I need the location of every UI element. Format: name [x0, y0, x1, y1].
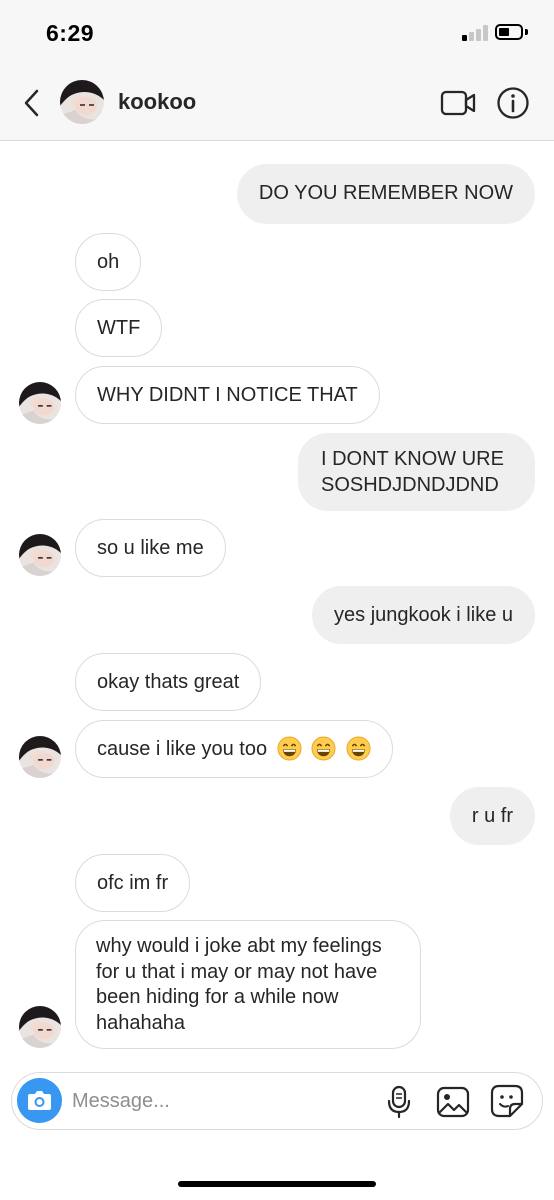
- gallery-icon[interactable]: [436, 1085, 470, 1119]
- status-time: 6:29: [46, 20, 95, 46]
- grinning-emoji-icon: [346, 736, 371, 761]
- outgoing-message[interactable]: yes jungkook i like u: [312, 586, 535, 644]
- incoming-message[interactable]: cause i like you too: [75, 720, 393, 778]
- incoming-message[interactable]: WHY DIDNT I NOTICE THAT: [75, 366, 380, 424]
- camera-button[interactable]: [17, 1078, 62, 1123]
- back-icon[interactable]: [18, 88, 48, 118]
- battery-icon: [495, 24, 523, 40]
- sender-avatar: [19, 382, 61, 424]
- sender-avatar: [19, 736, 61, 778]
- incoming-message[interactable]: why would i joke abt my feelings for u t…: [75, 920, 421, 1049]
- chat-header: kookoo: [0, 66, 554, 141]
- message-input[interactable]: [72, 1085, 362, 1117]
- sender-avatar: [19, 534, 61, 576]
- outgoing-message[interactable]: r u fr: [449, 787, 535, 845]
- grinning-emoji-icon: [311, 736, 336, 761]
- incoming-message[interactable]: oh: [75, 233, 142, 291]
- camera-icon: [28, 1091, 51, 1110]
- signal-icon: [462, 25, 488, 41]
- home-indicator[interactable]: [178, 1181, 376, 1187]
- microphone-icon[interactable]: [386, 1085, 412, 1119]
- message-text: cause i like you too: [97, 738, 268, 760]
- sender-avatar: [19, 1006, 61, 1048]
- incoming-message[interactable]: ofc im fr: [75, 854, 191, 912]
- message-composer: [11, 1072, 543, 1130]
- chat-username[interactable]: kookoo: [118, 89, 196, 115]
- outgoing-message[interactable]: I DONT KNOW URE SOSHDJDNDJDND: [298, 433, 535, 511]
- outgoing-message[interactable]: DO YOU REMEMBER NOW: [236, 164, 535, 224]
- incoming-message[interactable]: so u like me: [75, 519, 226, 577]
- incoming-message[interactable]: WTF: [75, 299, 163, 357]
- info-icon[interactable]: [496, 86, 530, 120]
- video-call-icon[interactable]: [440, 88, 476, 118]
- sticker-icon[interactable]: [490, 1084, 524, 1118]
- grinning-emoji-icon: [277, 736, 302, 761]
- incoming-message[interactable]: okay thats great: [75, 653, 262, 711]
- status-bar: 6:29: [0, 0, 554, 66]
- header-avatar[interactable]: [60, 80, 104, 124]
